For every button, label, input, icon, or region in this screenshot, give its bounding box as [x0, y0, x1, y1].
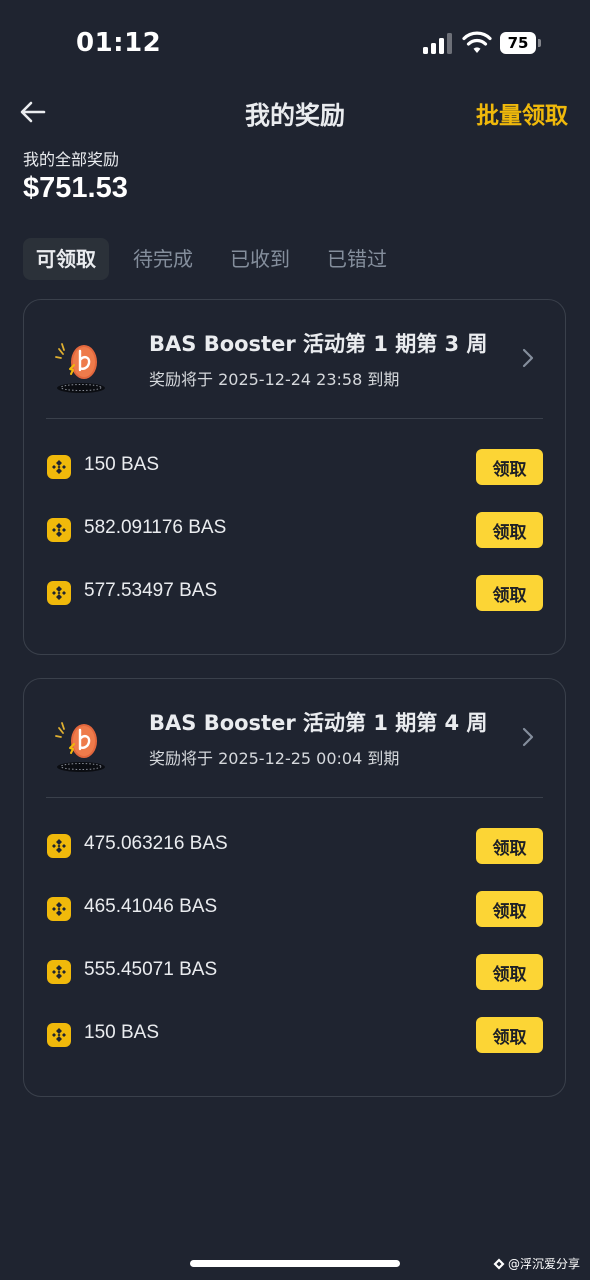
- reward-tabs: 可领取 待完成 已收到 已错过: [23, 238, 411, 280]
- claim-button[interactable]: 领取: [476, 512, 543, 548]
- bnb-coin-icon: [47, 897, 71, 921]
- campaign-title: BAS Booster 活动第 1 期第 3 周: [149, 332, 488, 356]
- bulk-claim-button[interactable]: 批量领取: [476, 96, 568, 130]
- reward-row: 150 BAS 领取: [24, 438, 565, 501]
- reward-amount: 465.41046 BAS: [84, 896, 218, 917]
- campaign-header[interactable]: BAS Booster 活动第 1 期第 4 周 奖励将于 2025-12-25…: [24, 679, 565, 797]
- tab-missed[interactable]: 已错过: [314, 238, 400, 280]
- reward-row: 465.41046 BAS 领取: [24, 880, 565, 943]
- claim-button[interactable]: 领取: [476, 954, 543, 990]
- reward-amount: 577.53497 BAS: [84, 580, 218, 601]
- reward-card: BAS Booster 活动第 1 期第 4 周 奖励将于 2025-12-25…: [23, 678, 566, 1097]
- bnb-coin-icon: [47, 1023, 71, 1047]
- bnb-coin-icon: [47, 518, 71, 542]
- reward-card: BAS Booster 活动第 1 期第 3 周 奖励将于 2025-12-24…: [23, 299, 566, 655]
- bnb-coin-icon: [47, 960, 71, 984]
- battery-indicator: 75: [500, 32, 536, 54]
- bas-booster-logo: [50, 335, 112, 397]
- total-rewards-label: 我的全部奖励: [23, 150, 120, 169]
- reward-row: 555.45071 BAS 领取: [24, 943, 565, 1006]
- bnb-coin-icon: [47, 834, 71, 858]
- chevron-right-icon: [521, 726, 535, 748]
- campaign-expiry: 奖励将于 2025-12-25 00:04 到期: [149, 749, 400, 768]
- reward-amount: 150 BAS: [84, 454, 159, 475]
- claim-button[interactable]: 领取: [476, 891, 543, 927]
- bas-booster-logo: [50, 714, 112, 776]
- campaign-title: BAS Booster 活动第 1 期第 4 周: [149, 711, 488, 735]
- bnb-coin-icon: [47, 455, 71, 479]
- reward-amount: 475.063216 BAS: [84, 833, 228, 854]
- total-rewards-amount: $751.53: [23, 172, 128, 204]
- reward-row: 582.091176 BAS 领取: [24, 501, 565, 564]
- wifi-icon: [462, 31, 492, 55]
- reward-amount: 150 BAS: [84, 1022, 159, 1043]
- reward-list: 150 BAS 领取 582.091176 BAS 领取 577.53497 B…: [24, 419, 565, 627]
- bnb-coin-icon: [47, 581, 71, 605]
- claim-button[interactable]: 领取: [476, 1017, 543, 1053]
- cellular-signal-icon: [423, 32, 455, 54]
- page-header: 我的奖励 批量领取: [0, 88, 590, 138]
- reward-row: 577.53497 BAS 领取: [24, 564, 565, 627]
- reward-row: 150 BAS 领取: [24, 1006, 565, 1069]
- status-time: 01:12: [76, 28, 162, 58]
- chevron-right-icon: [521, 347, 535, 369]
- reward-list: 475.063216 BAS 领取 465.41046 BAS 领取 555.4…: [24, 798, 565, 1069]
- watermark: @浮沉爱分享: [493, 1255, 580, 1272]
- claim-button[interactable]: 领取: [476, 828, 543, 864]
- watermark-icon: [493, 1258, 505, 1269]
- home-indicator[interactable]: [190, 1260, 400, 1267]
- campaign-header[interactable]: BAS Booster 活动第 1 期第 3 周 奖励将于 2025-12-24…: [24, 300, 565, 418]
- tab-claimable[interactable]: 可领取: [23, 238, 109, 280]
- status-bar: 01:12 75: [0, 0, 590, 88]
- campaign-expiry: 奖励将于 2025-12-24 23:58 到期: [149, 370, 400, 389]
- tab-pending[interactable]: 待完成: [120, 238, 206, 280]
- watermark-text: @浮沉爱分享: [507, 1257, 580, 1271]
- reward-amount: 582.091176 BAS: [84, 517, 227, 538]
- claim-button[interactable]: 领取: [476, 575, 543, 611]
- reward-amount: 555.45071 BAS: [84, 959, 218, 980]
- battery-tip: [538, 39, 541, 47]
- tab-received[interactable]: 已收到: [217, 238, 303, 280]
- claim-button[interactable]: 领取: [476, 449, 543, 485]
- reward-row: 475.063216 BAS 领取: [24, 817, 565, 880]
